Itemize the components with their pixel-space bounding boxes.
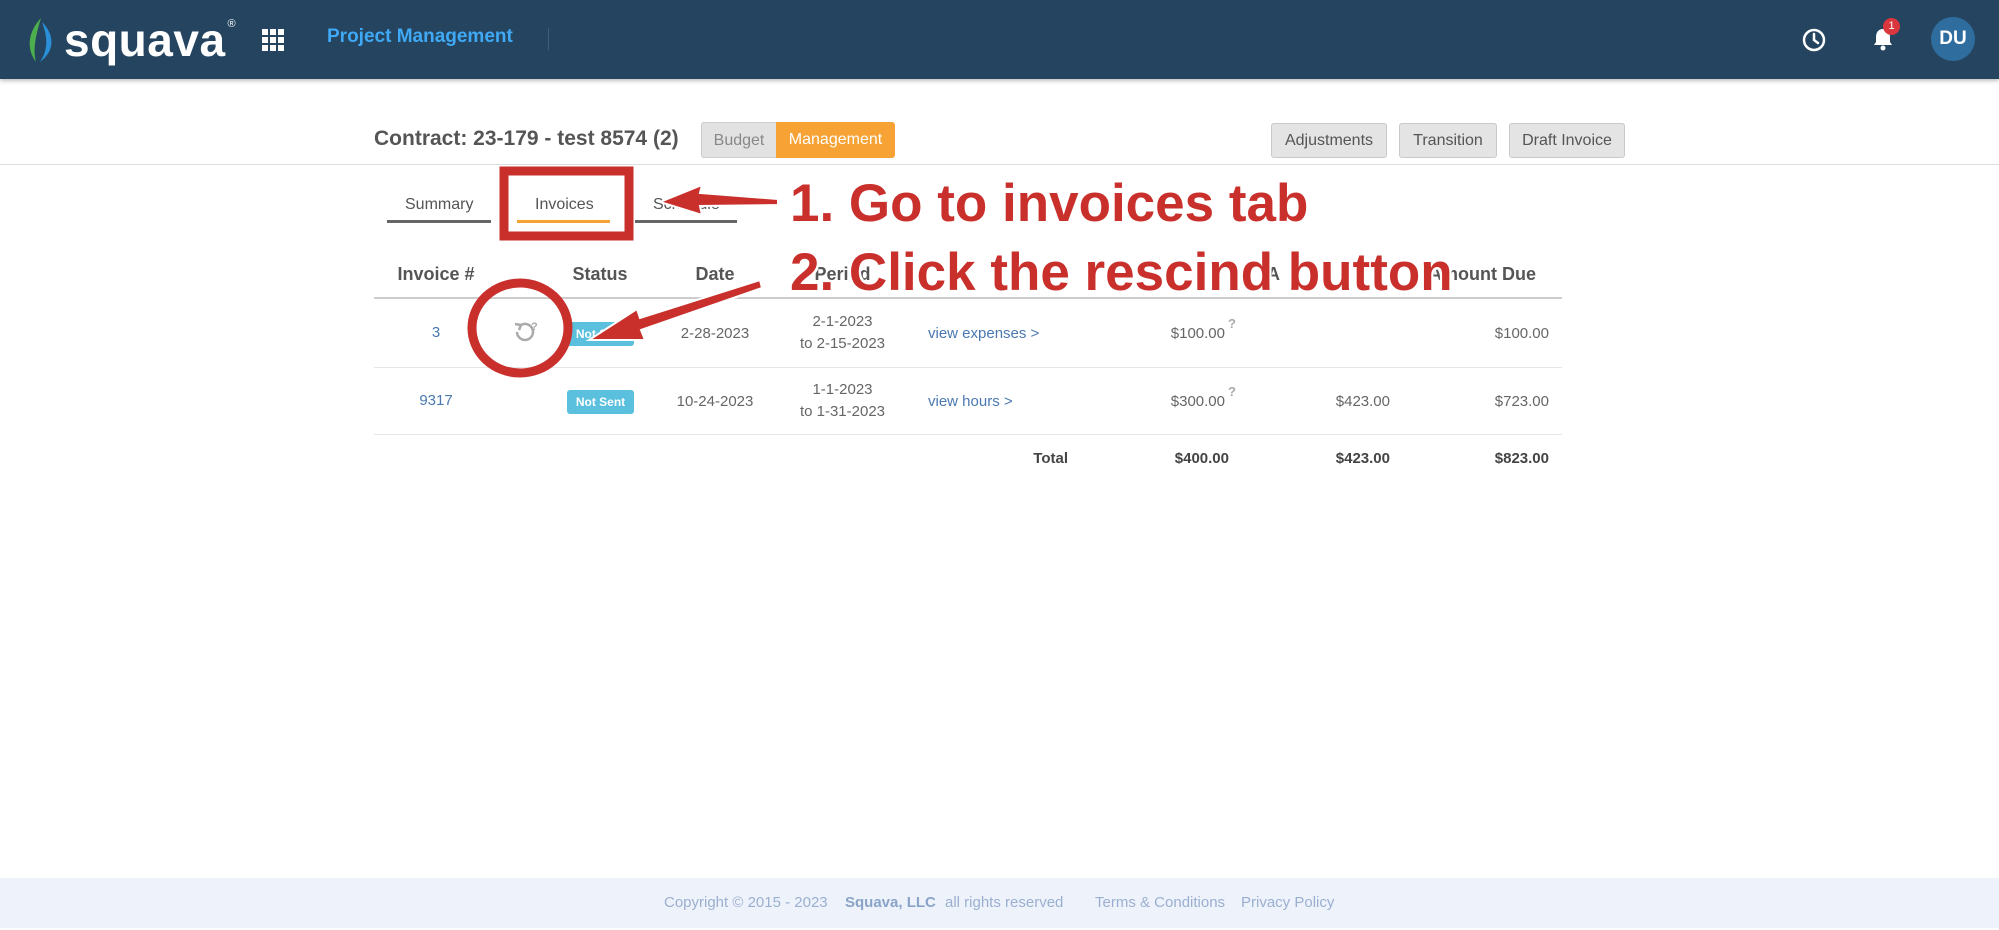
total-label: Total [1033, 450, 1068, 467]
invoice-amount: $300.00 [1170, 393, 1225, 410]
adjustments-button[interactable]: Adjustments [1271, 123, 1387, 158]
contract-title: Contract: 23-179 - test 8574 (2) [374, 127, 679, 150]
column-header-status[interactable]: Status [550, 264, 650, 285]
user-avatar[interactable]: DU [1931, 17, 1975, 61]
amount-due: $100.00 [1494, 325, 1549, 342]
invoice-date: 10-24-2023 [676, 393, 754, 410]
period-end: to 2-15-2023 [799, 335, 886, 352]
row-divider [374, 434, 1562, 435]
management-toggle[interactable]: Management [776, 122, 895, 158]
toolbar-divider [0, 164, 1999, 165]
tab-summary-underline [387, 220, 491, 223]
invoice-number-link[interactable]: 9317 [374, 392, 498, 409]
leaf-icon [29, 18, 52, 62]
tab-invoices[interactable]: Invoices [535, 196, 594, 214]
amount-help-icon[interactable]: ? [1228, 316, 1236, 331]
annotation-step-1: 1. Go to invoices tab [790, 174, 1309, 233]
period-start: 2-1-2023 [812, 313, 873, 330]
company-name: Squava, LLC [845, 894, 936, 911]
view-expenses-link[interactable]: view expenses > [928, 325, 1039, 342]
total-amount: $400.00 [1174, 450, 1229, 467]
invoice-number-link[interactable]: 3 [374, 324, 498, 341]
total-adjustment: $423.00 [1335, 450, 1390, 467]
total-amount-due: $823.00 [1494, 450, 1549, 467]
annotation-step-2: 2. Click the rescind button [790, 243, 1453, 302]
tab-invoices-underline [517, 220, 610, 223]
amount-help-icon[interactable]: ? [1228, 384, 1236, 399]
svg-text:?: ? [531, 321, 538, 333]
invoice-date: 2-28-2023 [680, 325, 750, 342]
squava-logo[interactable]: squava ® [24, 10, 236, 70]
registered-mark: ® [227, 18, 236, 30]
header-divider [548, 28, 549, 50]
copyright-text: Copyright © 2015 - 2023 [664, 894, 828, 911]
clock-icon[interactable] [1801, 27, 1827, 53]
amount-due: $723.00 [1494, 393, 1549, 410]
period-start: 1-1-2023 [812, 381, 873, 398]
view-hours-link[interactable]: view hours > [928, 393, 1013, 410]
tab-schedule-underline [635, 220, 737, 223]
period-end: to 1-31-2023 [799, 403, 886, 420]
draft-invoice-button[interactable]: Draft Invoice [1509, 123, 1625, 158]
budget-toggle[interactable]: Budget [701, 122, 776, 158]
top-navigation-bar: squava ® Project Management 1 DU [0, 0, 1999, 79]
rescind-icon[interactable]: ? [511, 320, 539, 346]
column-header-date[interactable]: Date [665, 264, 765, 285]
page-footer: Copyright © 2015 - 2023 Squava, LLC all … [0, 878, 1999, 928]
apps-grid-icon[interactable] [262, 29, 284, 51]
invoice-amount: $100.00 [1170, 325, 1225, 342]
status-badge: Not Sent [567, 322, 634, 346]
tab-schedule[interactable]: Schedule [653, 196, 720, 214]
notification-count-badge: 1 [1883, 18, 1900, 35]
app-title[interactable]: Project Management [327, 26, 513, 48]
tab-summary[interactable]: Summary [405, 196, 473, 214]
status-badge: Not Sent [567, 390, 634, 414]
rights-text: all rights reserved [945, 894, 1064, 911]
privacy-link[interactable]: Privacy Policy [1241, 894, 1334, 911]
column-header-invoice[interactable]: Invoice # [374, 264, 498, 285]
row-divider [374, 367, 1562, 368]
terms-link[interactable]: Terms & Conditions [1095, 894, 1225, 911]
transition-button[interactable]: Transition [1399, 123, 1497, 158]
adjustment-amount: $423.00 [1335, 393, 1390, 410]
logo-text: squava [64, 14, 226, 66]
